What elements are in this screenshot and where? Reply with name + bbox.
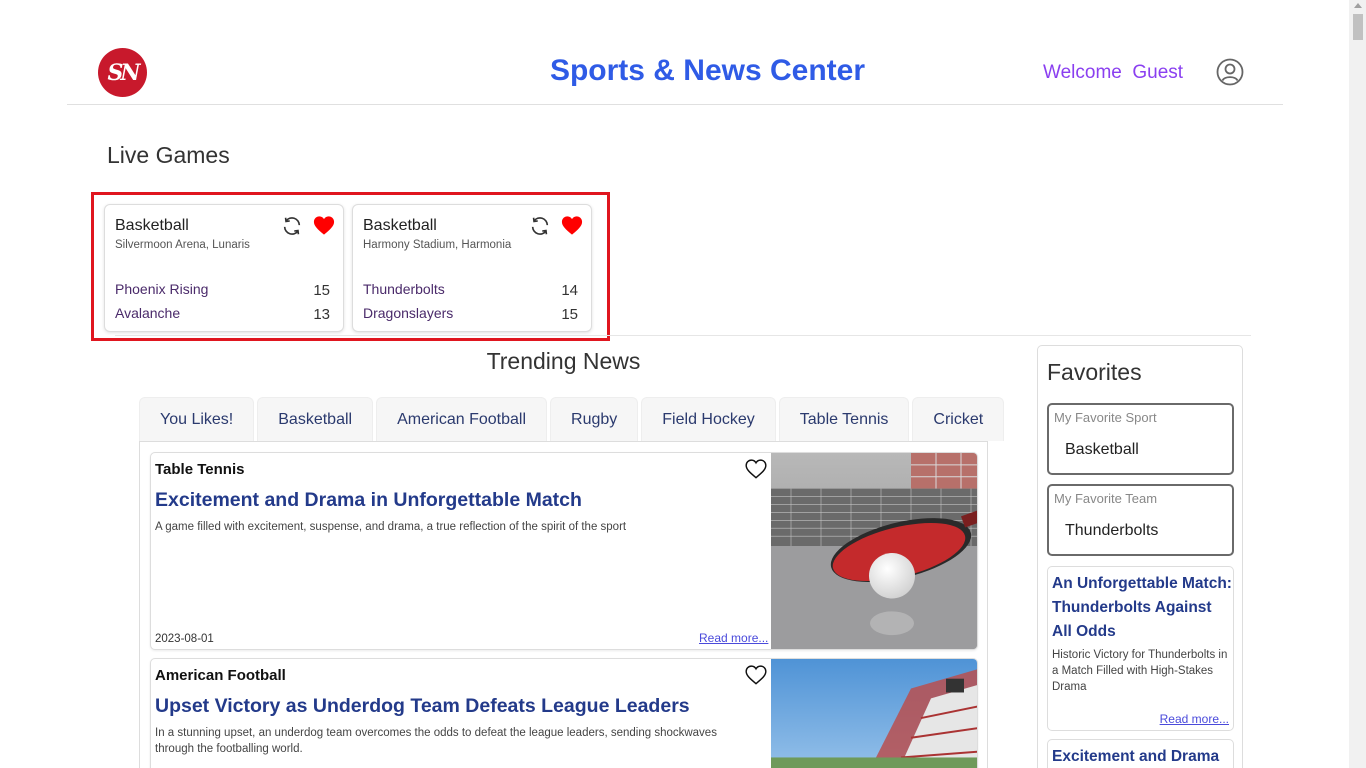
live-games-heading: Live Games [107,142,230,168]
favorite-news-description: Historic Victory for Thunderbolts in a M… [1052,649,1228,693]
favorite-team-field[interactable]: My Favorite Team Thunderbolts [1047,484,1234,556]
team-score: 13 [313,306,330,323]
site-header: SN Sports & News Center Welcome Guest [67,40,1283,105]
tab-field-hockey[interactable]: Field Hockey [641,397,776,441]
favorite-news-title[interactable]: Excitement and Drama [1052,745,1232,768]
section-divider [115,335,1251,336]
scroll-up-arrow-icon[interactable] [1354,3,1362,8]
user-account-icon[interactable] [1216,58,1244,86]
tab-basketball[interactable]: Basketball [257,397,374,441]
team-score: 14 [561,282,578,299]
live-games-highlight: Basketball Silvermoon Arena, Lunaris Pho… [91,192,610,341]
news-list: Table Tennis Excitement and Drama in Unf… [139,441,988,768]
tab-you-likes[interactable]: You Likes! [139,397,255,441]
team-name: Thunderbolts [363,281,445,297]
team-name: Phoenix Rising [115,281,209,297]
heart-filled-icon[interactable] [561,215,583,236]
team-name: Dragonslayers [363,305,454,321]
news-sport: Table Tennis [155,461,245,478]
favorites-panel: Favorites My Favorite Sport Basketball M… [1037,345,1243,768]
news-card[interactable]: American Football Upset Victory as Under… [150,658,978,768]
news-date: 2023-08-01 [155,633,214,645]
tab-table-tennis[interactable]: Table Tennis [778,397,910,441]
table-tennis-image [771,453,977,649]
favorite-team-value: Thunderbolts [1065,522,1159,539]
team-score: 15 [561,306,578,323]
tab-american-football[interactable]: American Football [376,397,548,441]
news-card[interactable]: Table Tennis Excitement and Drama in Unf… [150,452,978,650]
team-name: Avalanche [115,305,181,321]
football-stadium-image [771,659,977,768]
game-venue: Silvermoon Arena, Lunaris [115,239,250,251]
welcome-text: Welcome Guest [1043,62,1184,83]
scroll-thumb[interactable] [1353,14,1363,40]
favorite-news-card[interactable]: An Unforgettable Match: Thunderbolts Aga… [1047,566,1234,731]
trending-news-heading: Trending News [486,348,641,374]
favorite-sport-field[interactable]: My Favorite Sport Basketball [1047,403,1234,475]
favorites-heading: Favorites [1047,359,1142,385]
news-category-tabs: You Likes! Basketball American Football … [139,397,1005,441]
tab-cricket[interactable]: Cricket [912,397,1005,441]
page-scrollbar[interactable] [1349,0,1366,768]
news-sport: American Football [155,667,286,684]
news-title[interactable]: Upset Victory as Underdog Team Defeats L… [155,695,690,718]
favorite-news-title[interactable]: An Unforgettable Match: Thunderbolts Aga… [1052,572,1232,644]
favorite-sport-value: Basketball [1065,441,1139,458]
refresh-icon[interactable] [281,215,303,237]
tab-rugby[interactable]: Rugby [550,397,639,441]
team-score: 15 [313,282,330,299]
favorite-news-card[interactable]: Excitement and Drama [1047,739,1234,768]
news-description: A game filled with excitement, suspense,… [155,521,627,533]
news-title[interactable]: Excitement and Drama in Unforgettable Ma… [155,489,582,512]
live-game-card[interactable]: Basketball Harmony Stadium, Harmonia Thu… [352,204,592,332]
heart-filled-icon[interactable] [313,215,335,236]
refresh-icon[interactable] [529,215,551,237]
game-sport: Basketball [115,217,189,234]
heart-outline-icon[interactable] [745,665,767,685]
game-venue: Harmony Stadium, Harmonia [363,239,512,251]
heart-outline-icon[interactable] [745,459,767,479]
game-sport: Basketball [363,217,437,234]
news-description: In a stunning upset, an underdog team ov… [155,727,717,755]
live-game-card[interactable]: Basketball Silvermoon Arena, Lunaris Pho… [104,204,344,332]
read-more-link[interactable]: Read more... [1160,712,1229,726]
favorite-sport-label: My Favorite Sport [1054,410,1157,425]
favorite-team-label: My Favorite Team [1054,491,1158,506]
read-more-link[interactable]: Read more... [699,631,768,645]
